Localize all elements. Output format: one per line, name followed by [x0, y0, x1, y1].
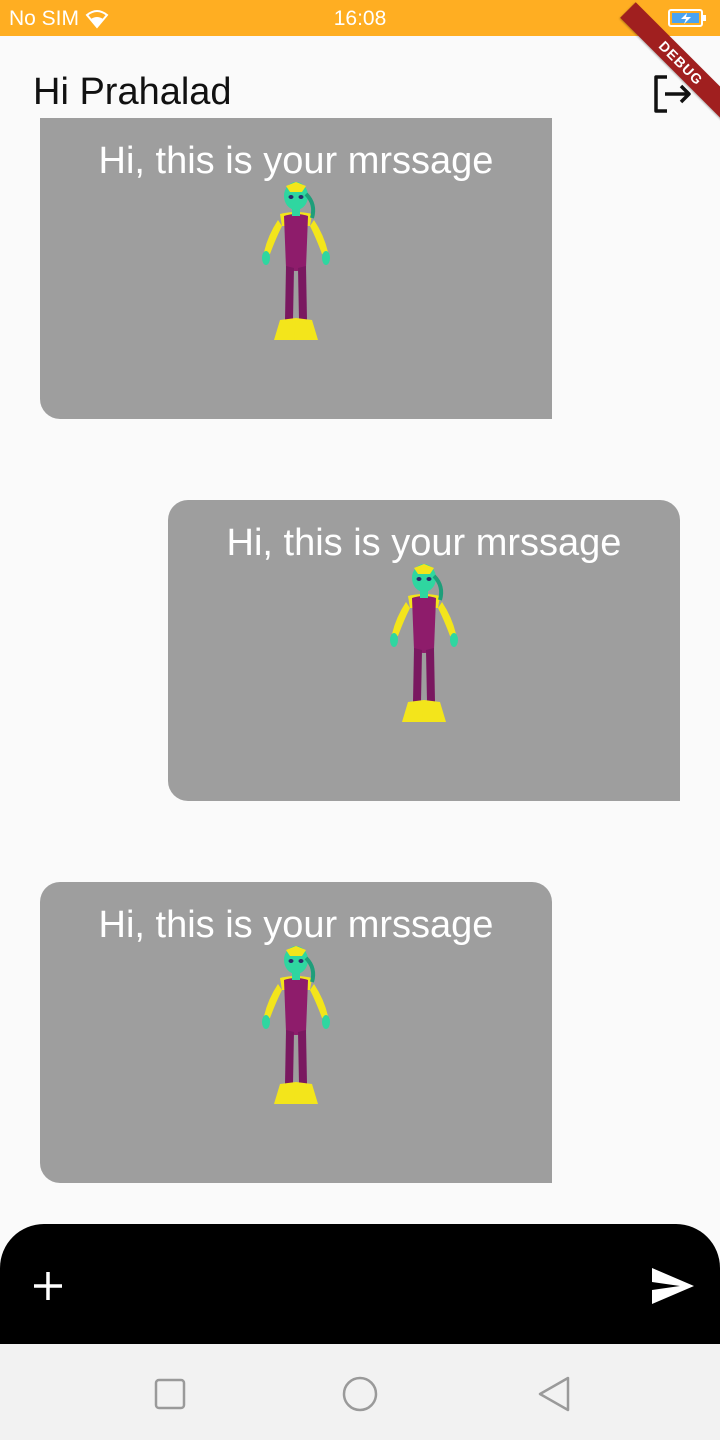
character-figure-image: [260, 180, 332, 342]
send-icon: [652, 1268, 694, 1304]
status-time: 16:08: [333, 7, 387, 30]
character-figure-image: [388, 562, 460, 724]
battery-charging-icon: [668, 8, 708, 34]
recent-apps-button[interactable]: [150, 1374, 190, 1414]
send-button[interactable]: [648, 1264, 696, 1308]
character-figure-image: [260, 944, 332, 1106]
status-bar: No SIM 16:08: [0, 0, 720, 36]
message-text: Hi, this is your mrssage: [98, 904, 494, 946]
page-title: Hi Prahalad: [33, 71, 232, 113]
message-bubble[interactable]: Hi, this is your mrssage: [168, 500, 680, 801]
message-text: Hi, this is your mrssage: [226, 522, 622, 564]
plus-icon: [34, 1272, 62, 1300]
home-button[interactable]: [340, 1374, 380, 1414]
back-button[interactable]: [534, 1374, 574, 1414]
message-composer: [0, 1224, 720, 1344]
message-bubble[interactable]: Hi, this is your mrssage: [40, 118, 552, 419]
system-nav-bar: [0, 1344, 720, 1440]
home-icon: [342, 1376, 378, 1412]
message-text: Hi, this is your mrssage: [98, 140, 494, 182]
message-bubble[interactable]: Hi, this is your mrssage: [40, 882, 552, 1183]
recent-apps-icon: [154, 1378, 186, 1410]
add-attachment-button[interactable]: [26, 1264, 70, 1308]
back-icon: [538, 1376, 570, 1412]
